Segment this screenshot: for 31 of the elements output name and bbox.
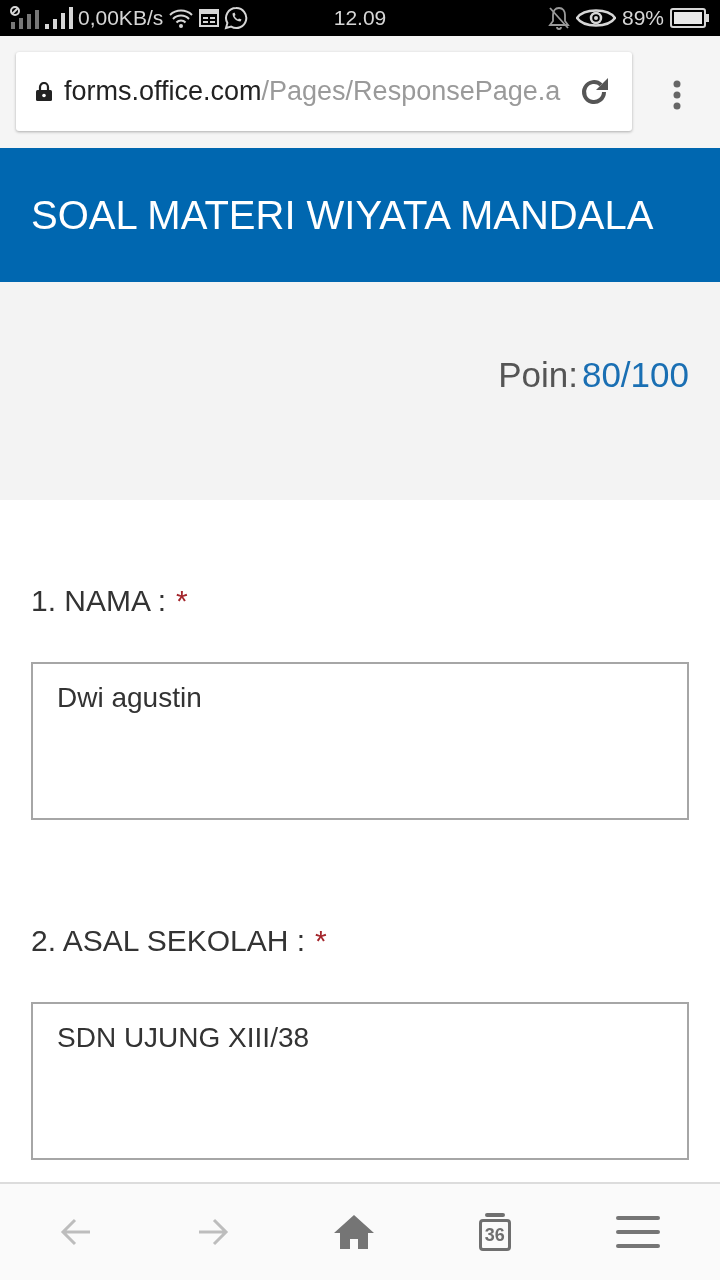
url-host: forms.office.com <box>64 76 262 107</box>
chat-bubble-icon <box>224 6 249 30</box>
score-label: Poin: <box>498 354 578 396</box>
menu-icon <box>615 1215 660 1249</box>
battery-icon <box>670 8 710 28</box>
calendar-icon <box>199 9 220 27</box>
menu-button[interactable] <box>615 1215 660 1249</box>
battery-percent: 89% <box>621 5 664 31</box>
network-speed: 0,00KB/s <box>78 5 164 31</box>
lock-icon <box>36 82 52 101</box>
score-value: 80/100 <box>581 354 689 396</box>
arrow-right-icon <box>197 1218 230 1246</box>
answer-field[interactable]: SDN UJUNG XIII/38 <box>31 1002 689 1160</box>
clock-time: 12.09 <box>333 6 387 30</box>
url-path: /Pages/ResponsePage.a <box>261 76 561 107</box>
home-button[interactable] <box>334 1215 374 1249</box>
eye-icon <box>575 7 616 29</box>
more-menu-icon[interactable] <box>672 80 682 110</box>
home-icon <box>334 1215 374 1249</box>
question-label: 1. NAMA : <box>31 583 167 619</box>
required-asterisk: * <box>176 583 188 619</box>
arrow-left-icon <box>60 1218 93 1246</box>
question-label: 2. ASAL SEKOLAH : <box>31 923 306 959</box>
form-title: SOAL MATERI WIYATA MANDALA <box>31 192 654 238</box>
signal-blocked-icon <box>10 6 40 30</box>
bell-muted-icon <box>547 6 570 30</box>
signal-icon <box>45 7 73 29</box>
wifi-icon <box>168 7 195 29</box>
required-asterisk: * <box>315 923 327 959</box>
address-bar[interactable]: forms.office.com/Pages/ResponsePage.a <box>16 52 632 131</box>
answer-field[interactable]: Dwi agustin <box>31 662 689 820</box>
